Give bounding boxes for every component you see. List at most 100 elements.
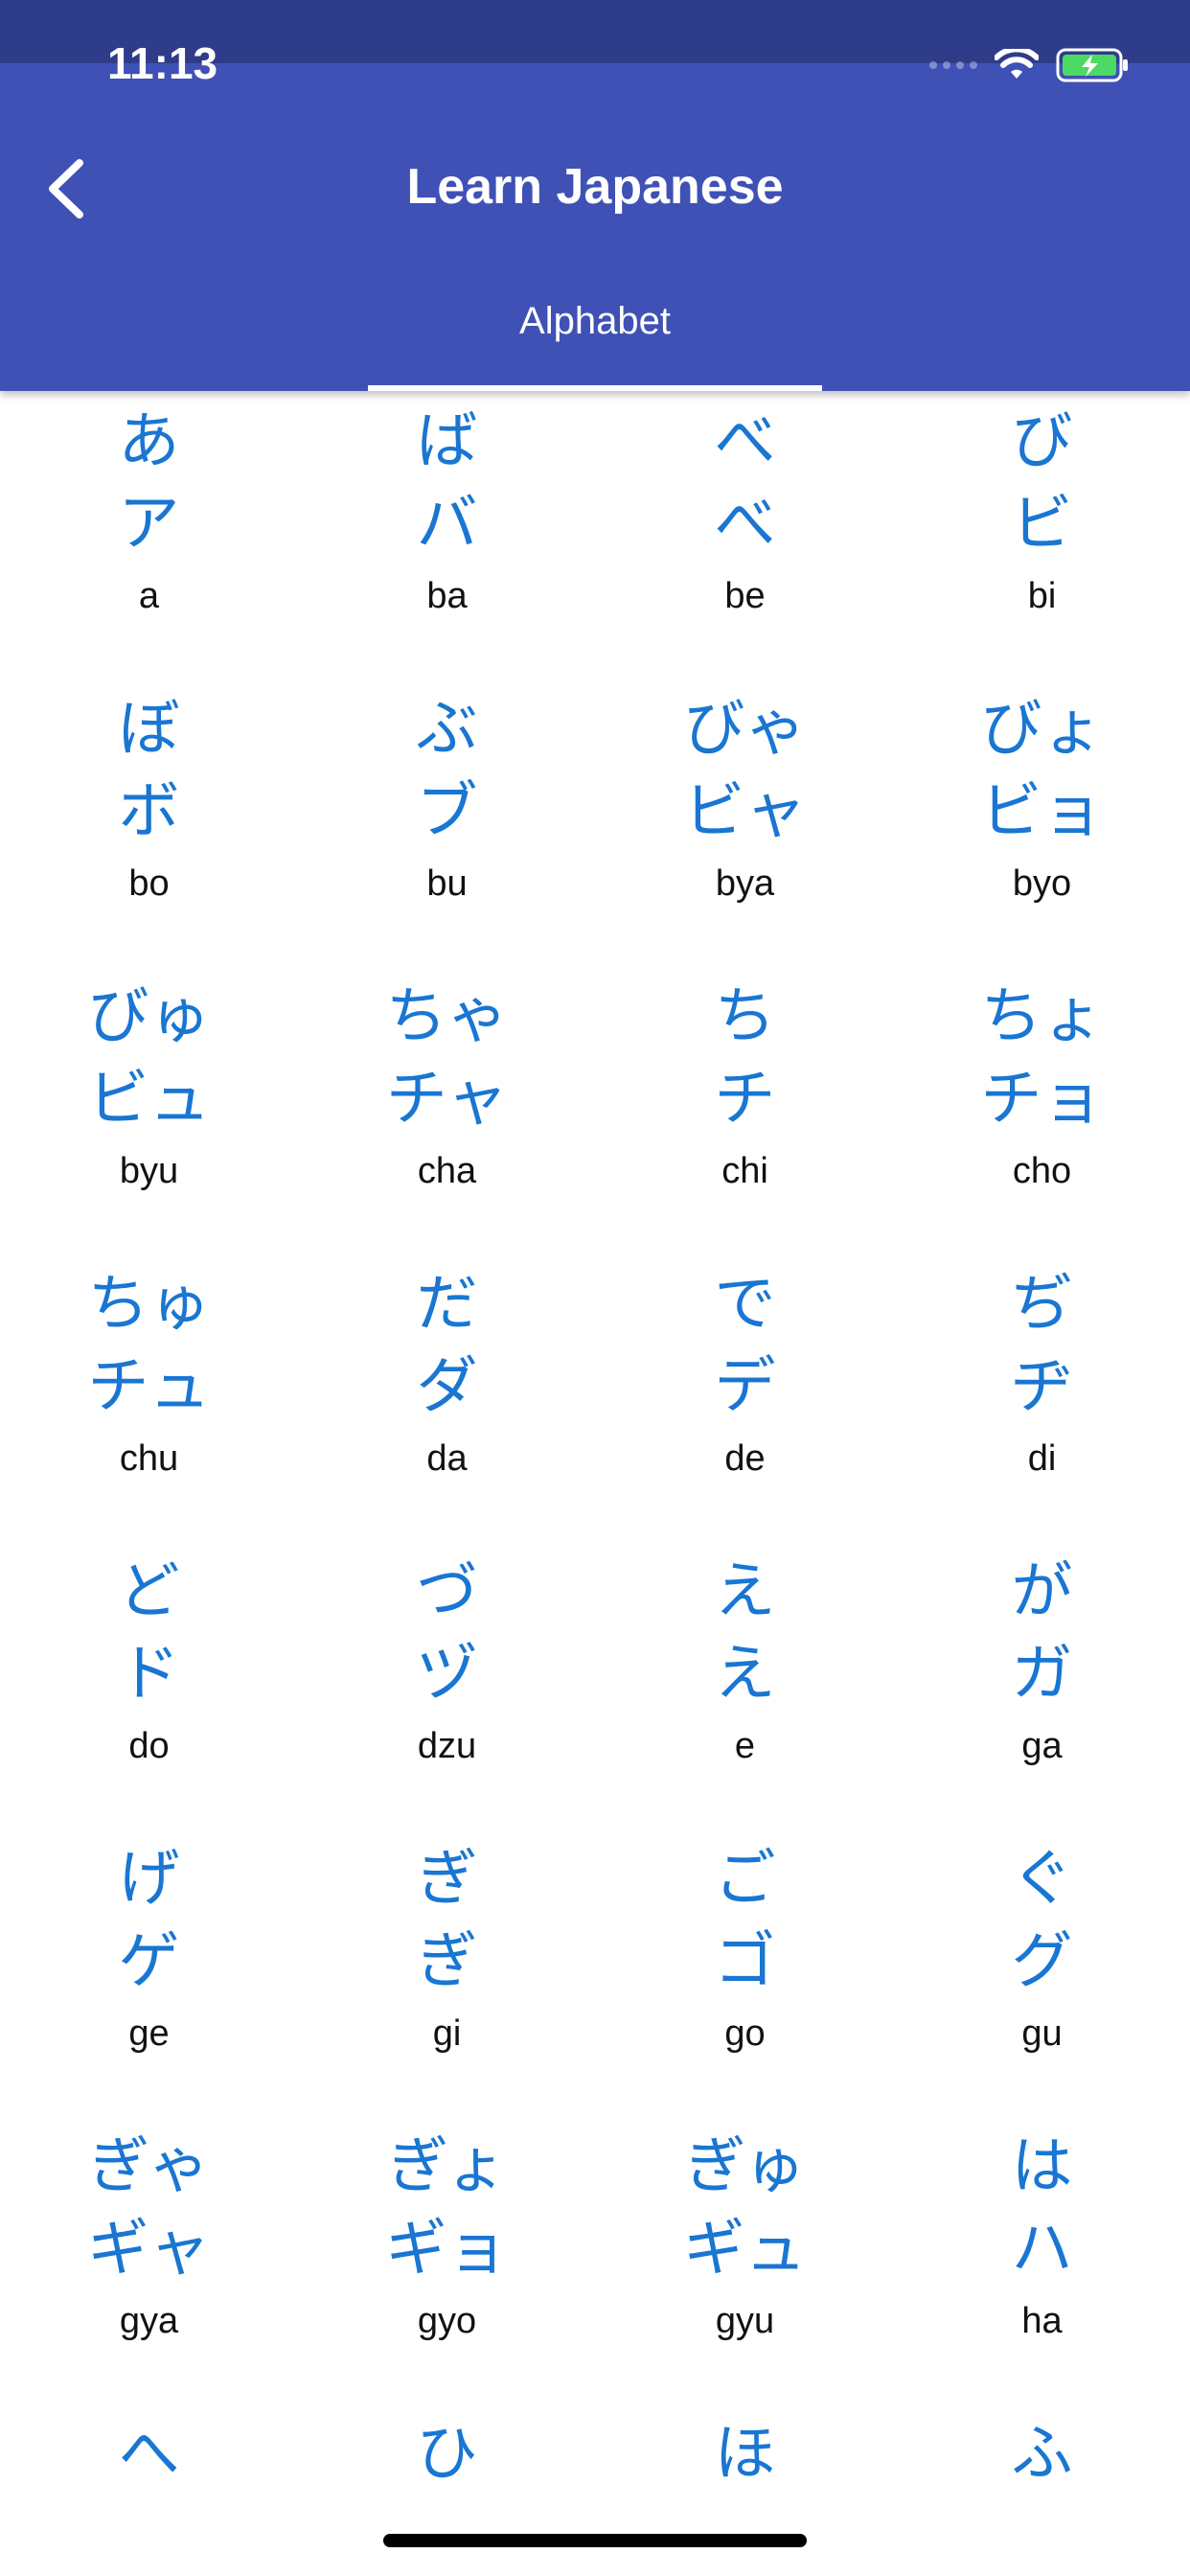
home-indicator[interactable] <box>383 2534 807 2547</box>
katakana-char: え <box>714 1639 776 1710</box>
hiragana-char: ぢ <box>1011 1269 1073 1340</box>
kana-card[interactable]: ほ <box>596 2404 894 2480</box>
hiragana-char: づ <box>416 1556 478 1627</box>
kana-card[interactable]: ちチ chi <box>596 966 894 1254</box>
romaji-label: chi <box>721 1151 768 1191</box>
kana-card[interactable]: はハ ha <box>894 2116 1190 2404</box>
hiragana-char: びょ <box>980 694 1104 765</box>
kana-card[interactable]: ぎぎ gi <box>298 1828 596 2116</box>
kana-card[interactable]: べべ be <box>596 391 894 678</box>
kana-card[interactable]: びゃ ビャ bya <box>596 678 894 966</box>
hiragana-char: びゃ <box>683 694 807 765</box>
kana-card[interactable]: がガ ga <box>894 1541 1190 1828</box>
kana-card[interactable]: ぎゃ ギャ gya <box>0 2116 298 2404</box>
hiragana-char: ば <box>416 406 478 477</box>
alphabet-grid[interactable]: あア a ばバ ba べべ be びビ bi ぼボ bo ぶブ bu びゃ ビャ bya びょ ビョ byo びゅビ… <box>0 391 1190 2480</box>
katakana-char: ゲ <box>118 1926 180 1997</box>
katakana-char: ヂ <box>1011 1351 1073 1422</box>
romaji-label: a <box>138 576 160 616</box>
katakana-char: ハ <box>1011 2214 1073 2285</box>
kana-card[interactable]: びゅ ビュ byu <box>0 966 298 1254</box>
romaji-label: e <box>734 1726 756 1766</box>
kana-card[interactable]: へ <box>0 2404 298 2480</box>
romaji-label: bu <box>426 863 468 904</box>
katakana-char: ぎ <box>416 1926 478 1997</box>
hiragana-char: ぎょ <box>387 2131 507 2202</box>
katakana-char: ビュ <box>87 1064 211 1135</box>
hiragana-char: べ <box>714 406 776 477</box>
page-title: Learn Japanese <box>406 159 784 215</box>
romaji-label: bo <box>128 863 170 904</box>
status-time: 11:13 <box>107 38 218 88</box>
katakana-char: チョ <box>980 1064 1104 1135</box>
kana-card[interactable]: ごゴ go <box>596 1828 894 2116</box>
hiragana-char: ど <box>118 1556 180 1627</box>
hiragana-char: だ <box>416 1269 478 1340</box>
katakana-char: デ <box>714 1351 776 1422</box>
romaji-label: dzu <box>417 1726 477 1766</box>
hiragana-char: ぎゅ <box>684 2131 806 2202</box>
romaji-label: ha <box>1021 2301 1063 2341</box>
kana-card[interactable]: づヅ dzu <box>298 1541 596 1828</box>
romaji-label: gyu <box>715 2301 775 2341</box>
kana-card[interactable]: ぢヂ di <box>894 1254 1190 1541</box>
katakana-char: べ <box>714 489 776 560</box>
tab-alphabet[interactable]: Alphabet <box>368 288 822 391</box>
katakana-char: ブ <box>416 776 478 847</box>
katakana-char: ゴ <box>714 1926 776 1997</box>
kana-card[interactable]: ばバ ba <box>298 391 596 678</box>
cellular-signal-icon <box>929 61 977 69</box>
katakana-char: ボ <box>118 776 180 847</box>
kana-card[interactable]: ちょチョ cho <box>894 966 1190 1254</box>
katakana-char: グ <box>1011 1926 1073 1997</box>
hiragana-char: へ <box>118 2419 180 2480</box>
kana-card[interactable]: びビ bi <box>894 391 1190 678</box>
katakana-char: チ <box>714 1064 776 1135</box>
katakana-char: ビョ <box>980 776 1104 847</box>
hiragana-char: ち <box>714 981 776 1052</box>
romaji-label: cho <box>1012 1151 1072 1191</box>
hiragana-char: ちゅ <box>87 1269 211 1340</box>
romaji-label: gya <box>119 2301 179 2341</box>
katakana-char: ビャ <box>683 776 807 847</box>
kana-card[interactable]: ちゃ チャ cha <box>298 966 596 1254</box>
katakana-char: チュ <box>87 1351 211 1422</box>
romaji-label: di <box>1027 1438 1057 1479</box>
romaji-label: da <box>426 1438 468 1479</box>
kana-card[interactable]: ぶブ bu <box>298 678 596 966</box>
hiragana-char: が <box>1011 1556 1073 1627</box>
kana-card[interactable]: びょ ビョ byo <box>894 678 1190 966</box>
katakana-char: ギャ <box>87 2214 211 2285</box>
kana-card[interactable]: だダ da <box>298 1254 596 1541</box>
kana-card[interactable]: あアa <box>0 391 298 678</box>
hiragana-char: げ <box>118 1844 180 1915</box>
romaji-label: go <box>724 2013 766 2054</box>
romaji-label: do <box>128 1726 170 1766</box>
hiragana-char: ぎ <box>416 1844 478 1915</box>
hiragana-char: ちょ <box>980 981 1104 1052</box>
wifi-icon <box>995 49 1039 79</box>
romaji-label: be <box>724 576 766 616</box>
hiragana-char: は <box>1011 2131 1073 2202</box>
romaji-label: ba <box>426 576 468 616</box>
hiragana-char: ご <box>714 1844 776 1915</box>
kana-card[interactable]: ぐグ gu <box>894 1828 1190 2116</box>
kana-card[interactable]: ええe <box>596 1541 894 1828</box>
kana-card[interactable]: ぎゅ ギュ gyu <box>596 2116 894 2404</box>
kana-card[interactable]: でデ de <box>596 1254 894 1541</box>
kana-card[interactable]: ふ <box>894 2404 1190 2480</box>
romaji-label: gu <box>1021 2013 1063 2054</box>
hiragana-char: ちゃ <box>385 981 509 1052</box>
katakana-char: ヅ <box>416 1639 478 1710</box>
tab-alphabet-label: Alphabet <box>519 300 671 342</box>
katakana-char: ダ <box>416 1351 478 1422</box>
kana-card[interactable]: ぎょ ギョ gyo <box>298 2116 596 2404</box>
tab-indicator <box>368 385 822 391</box>
katakana-char: バ <box>416 489 478 560</box>
kana-card[interactable]: ちゅ チュ chu <box>0 1254 298 1541</box>
romaji-label: ge <box>128 2013 170 2054</box>
kana-card[interactable]: ぼボ bo <box>0 678 298 966</box>
kana-card[interactable]: どド do <box>0 1541 298 1828</box>
kana-card[interactable]: げゲ ge <box>0 1828 298 2116</box>
kana-card[interactable]: ひ <box>298 2404 596 2480</box>
